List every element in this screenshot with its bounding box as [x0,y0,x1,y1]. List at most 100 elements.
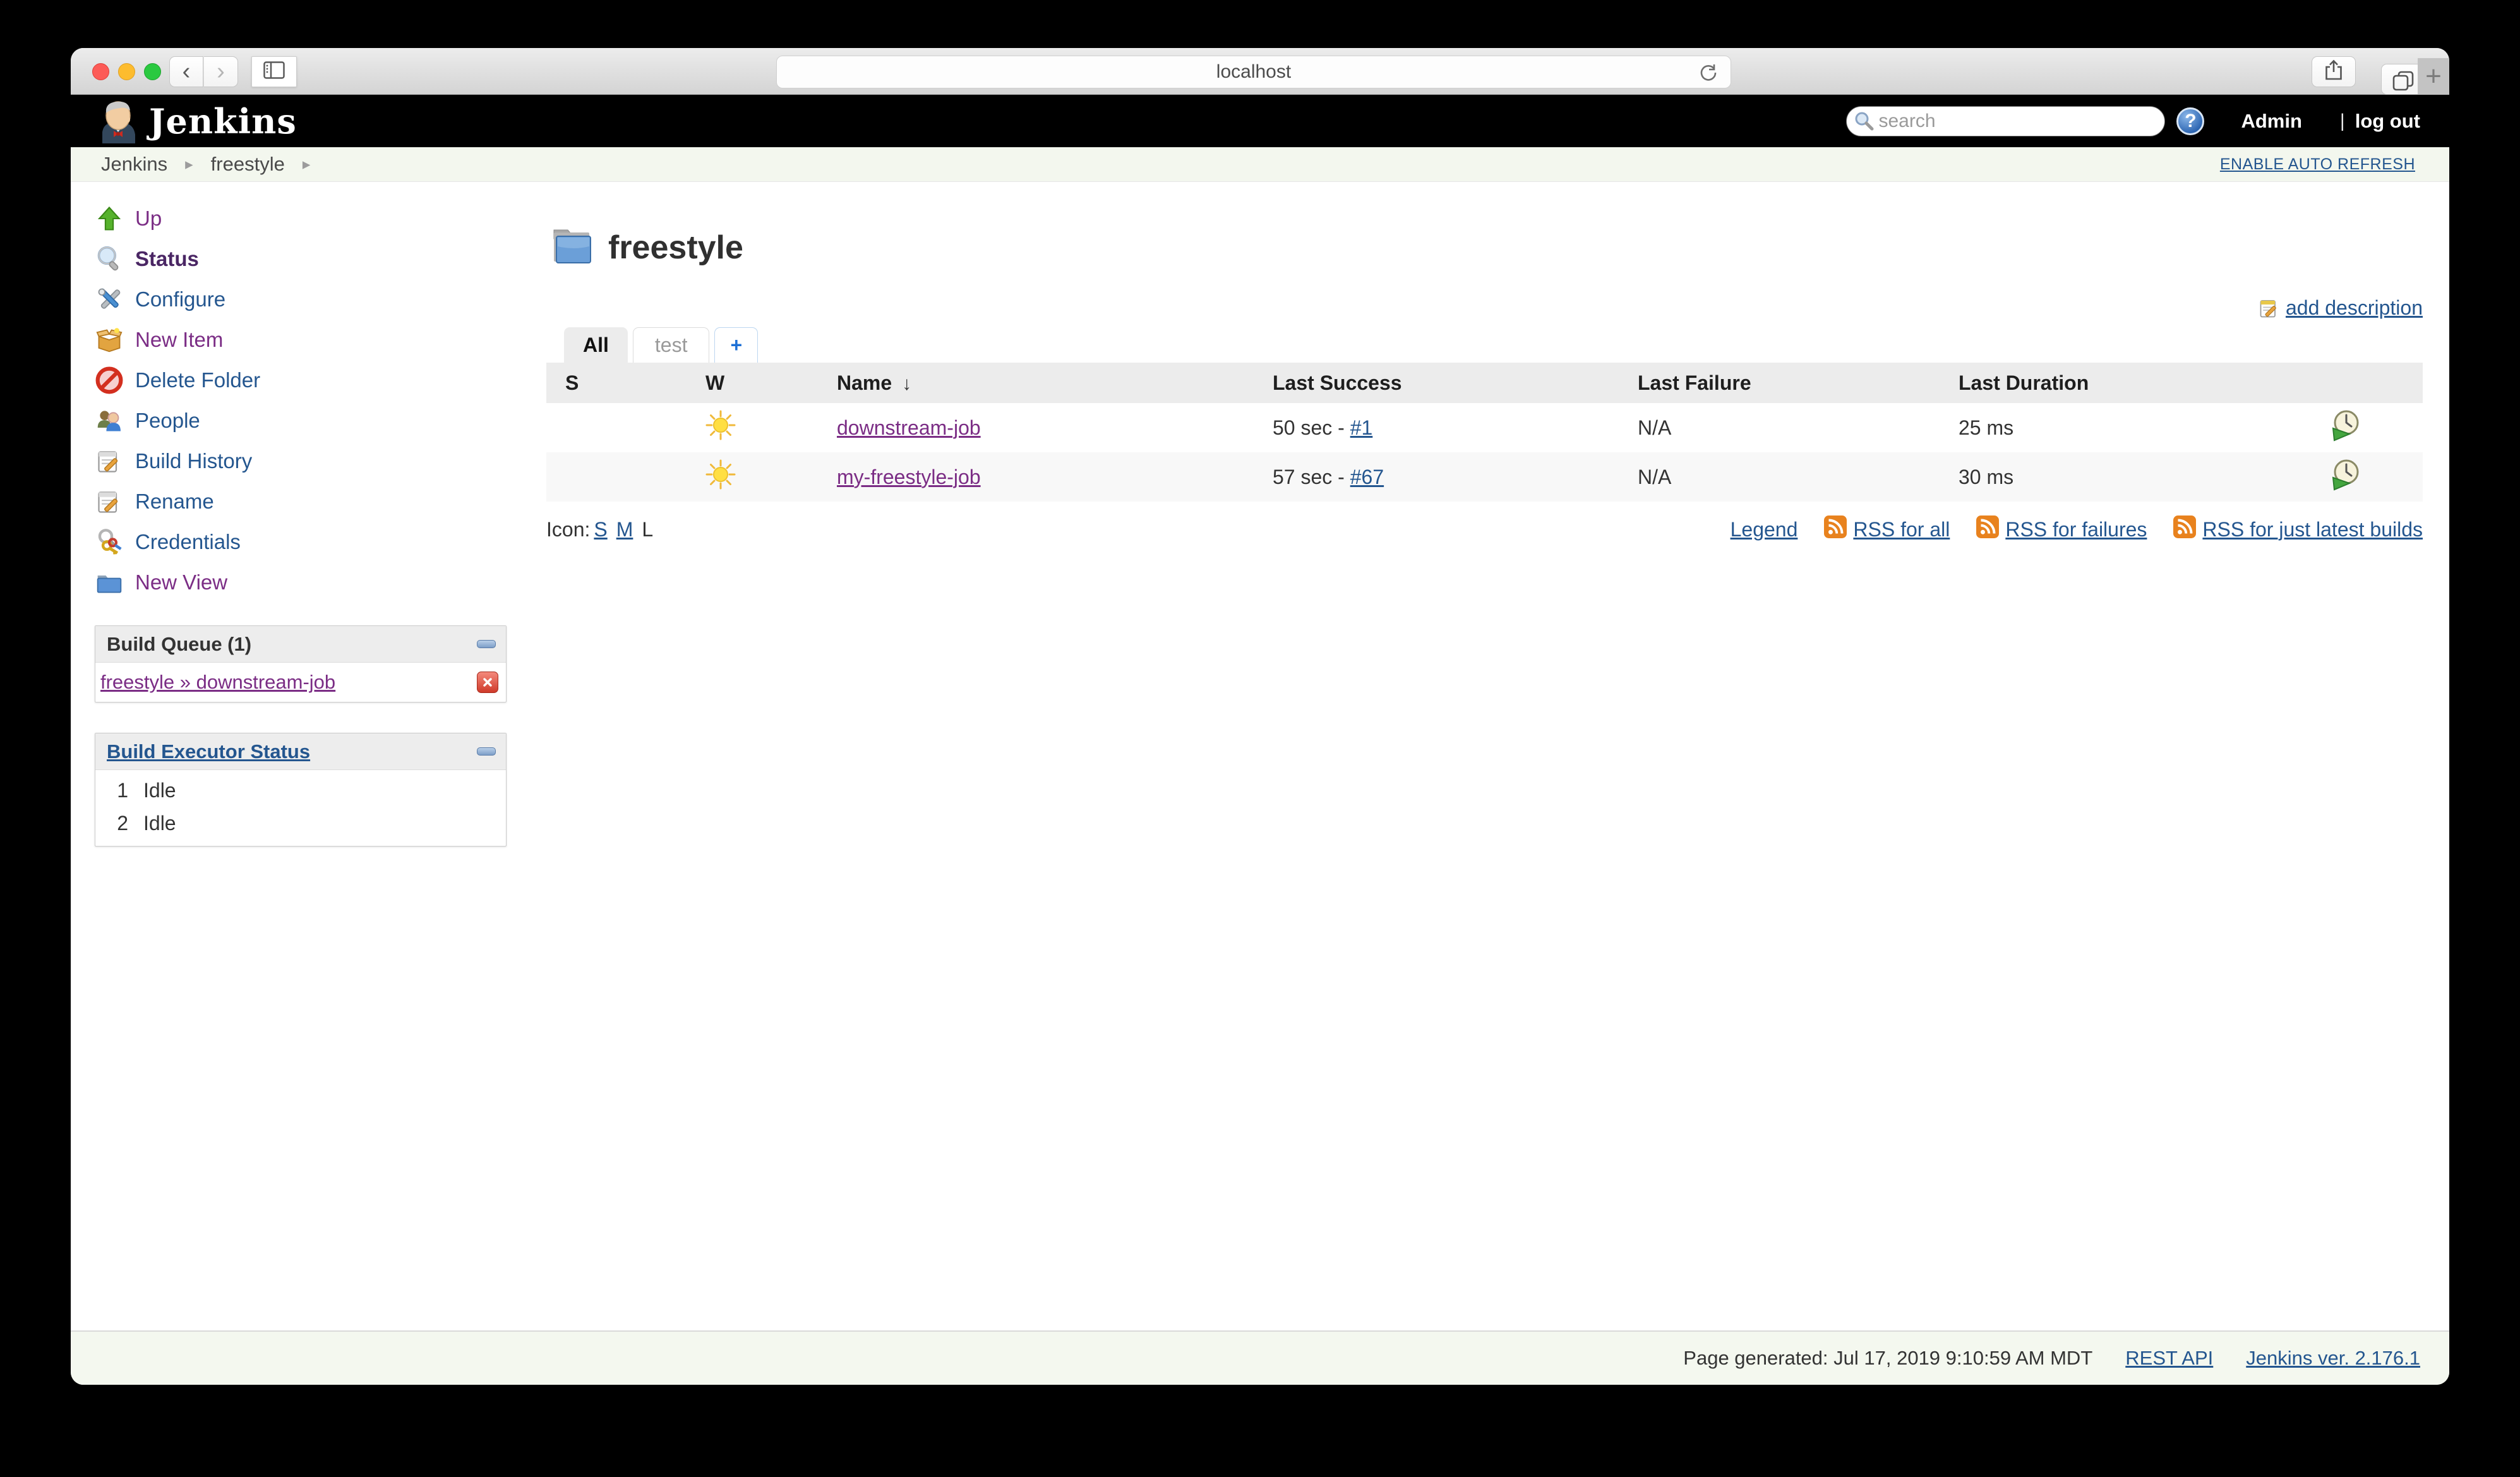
sidebar-item-people[interactable]: People [95,401,531,441]
collapse-icon[interactable] [477,640,496,648]
sidebar-item-configure[interactable]: Configure [95,279,531,320]
table-footer-row: Icon: S M L Legend RSS for all [546,515,2423,543]
collapse-icon[interactable] [477,747,496,756]
executor-number: 2 [113,812,128,835]
sidebar-toggle-icon [263,61,285,82]
search-input[interactable] [1878,111,2154,132]
sidebar-item-label: Up [135,207,162,231]
new-tab-button[interactable]: + [2418,58,2449,95]
col-header-last-failure[interactable]: Last Failure [1619,371,1940,395]
sidebar-toggle-button[interactable] [251,56,297,87]
sidebar-item-new-item[interactable]: New Item [95,320,531,360]
queued-job-link[interactable]: freestyle » downstream-job [100,671,335,694]
weather-sun-icon [705,471,736,494]
sidebar-item-new-view[interactable]: New View [95,562,531,603]
build-number-link[interactable]: #1 [1350,416,1373,439]
traffic-lights [92,63,161,80]
sidebar-item-status[interactable]: Status [95,239,531,279]
rss-for-failures-link[interactable]: RSS for failures [2005,518,2147,541]
safari-window: ‹ › localhost [71,48,2449,1385]
logout-link[interactable]: log out [2355,110,2420,133]
people-icon [95,406,124,435]
sidebar-item-rename[interactable]: Rename [95,481,531,522]
build-executor-title-link[interactable]: Build Executor Status [107,740,310,763]
browser-forward-button[interactable]: › [204,56,238,87]
sidebar-item-credentials[interactable]: Credentials [95,522,531,562]
sidebar-item-label: New Item [135,328,223,352]
sidebar-item-label: Status [135,247,199,271]
sidebar-item-label: Build History [135,449,252,473]
icon-size-medium-link[interactable]: M [616,518,633,541]
main-panel: freestyle add description All test [546,182,2423,543]
enable-auto-refresh-link[interactable]: ENABLE AUTO REFRESH [2220,155,2415,174]
legend-link[interactable]: Legend [1731,518,1798,541]
back-icon: ‹ [183,58,191,85]
col-header-last-success[interactable]: Last Success [1254,371,1619,395]
last-duration-value: 25 ms [1959,416,2013,439]
share-button[interactable] [2312,56,2356,87]
browser-back-button[interactable]: ‹ [169,56,203,87]
job-name-link[interactable]: my-freestyle-job [837,466,981,488]
build-number-link[interactable]: #67 [1350,466,1384,488]
last-duration-value: 30 ms [1959,466,2013,488]
jenkins-logo-icon[interactable] [97,99,139,143]
last-failure-value: N/A [1638,466,1671,488]
col-header-last-duration[interactable]: Last Duration [1940,371,2263,395]
add-description-row: add description [546,296,2423,320]
breadcrumb-jenkins[interactable]: Jenkins [101,153,167,176]
notepad-icon [95,487,124,516]
close-window-button[interactable] [92,63,109,80]
breadcrumb-freestyle[interactable]: freestyle [211,153,285,176]
address-bar[interactable]: localhost [776,56,1731,88]
col-header-status[interactable]: S [546,371,687,395]
help-icon[interactable]: ? [2176,107,2204,135]
add-description-link[interactable]: add description [2286,296,2423,320]
build-queue-panel: Build Queue (1) freestyle » downstream-j… [95,625,507,702]
sidebar-item-up[interactable]: Up [95,198,531,239]
schedule-build-icon[interactable] [2328,408,2362,447]
search-box[interactable] [1846,106,2165,136]
sort-arrow-icon: ↓ [902,373,911,394]
executor-list: 1 Idle 2 Idle [95,770,506,846]
jenkins-version-link[interactable]: Jenkins ver. 2.176.1 [2246,1347,2420,1370]
rss-latest-builds-link[interactable]: RSS for just latest builds [2202,518,2423,541]
rss-icon [2173,515,2196,543]
up-arrow-icon [95,204,124,233]
schedule-build-icon[interactable] [2328,457,2362,497]
job-name-link[interactable]: downstream-job [837,416,981,439]
executor-state: Idle [143,812,176,835]
rss-for-all-link[interactable]: RSS for all [1853,518,1950,541]
address-bar-url: localhost [1216,61,1291,83]
sidebar-item-build-history[interactable]: Build History [95,441,531,481]
minimize-window-button[interactable] [118,63,135,80]
icon-size-label: Icon: [546,518,590,541]
view-tabs: All test + [564,327,2423,363]
col-header-weather[interactable]: W [687,371,818,395]
big-folder-icon [551,227,593,267]
share-icon [2324,59,2343,84]
last-failure-value: N/A [1638,416,1671,439]
rest-api-link[interactable]: REST API [2125,1347,2213,1370]
last-success-time: 50 sec - [1273,416,1350,439]
sidebar-item-delete-folder[interactable]: Delete Folder [95,360,531,401]
legend-links: Legend RSS for all RSS for failures RSS … [1731,515,2423,543]
executor-row: 2 Idle [95,807,506,840]
build-queue-title: Build Queue (1) [107,633,251,656]
job-row: downstream-job 50 sec - #1 N/A 25 ms [546,403,2423,452]
col-header-name[interactable]: Name↓ [818,371,1254,395]
last-success-time: 57 sec - [1273,466,1350,488]
sidebar-item-label: New View [135,570,227,594]
app-title[interactable]: Jenkins [149,101,297,142]
breadcrumb-chevron-icon[interactable]: ▸ [185,155,193,174]
icon-size-small-link[interactable]: S [594,518,607,541]
cancel-build-icon[interactable] [477,672,498,693]
executor-state: Idle [143,779,176,802]
zoom-window-button[interactable] [144,63,161,80]
refresh-icon[interactable] [1698,62,1719,87]
breadcrumb-chevron-icon[interactable]: ▸ [303,155,311,174]
browser-titlebar: ‹ › localhost [71,48,2449,95]
user-link[interactable]: Admin [2241,110,2301,133]
new-view-tab-button[interactable]: + [714,327,758,363]
tab-all[interactable]: All [564,327,628,363]
tab-test[interactable]: test [633,327,710,363]
